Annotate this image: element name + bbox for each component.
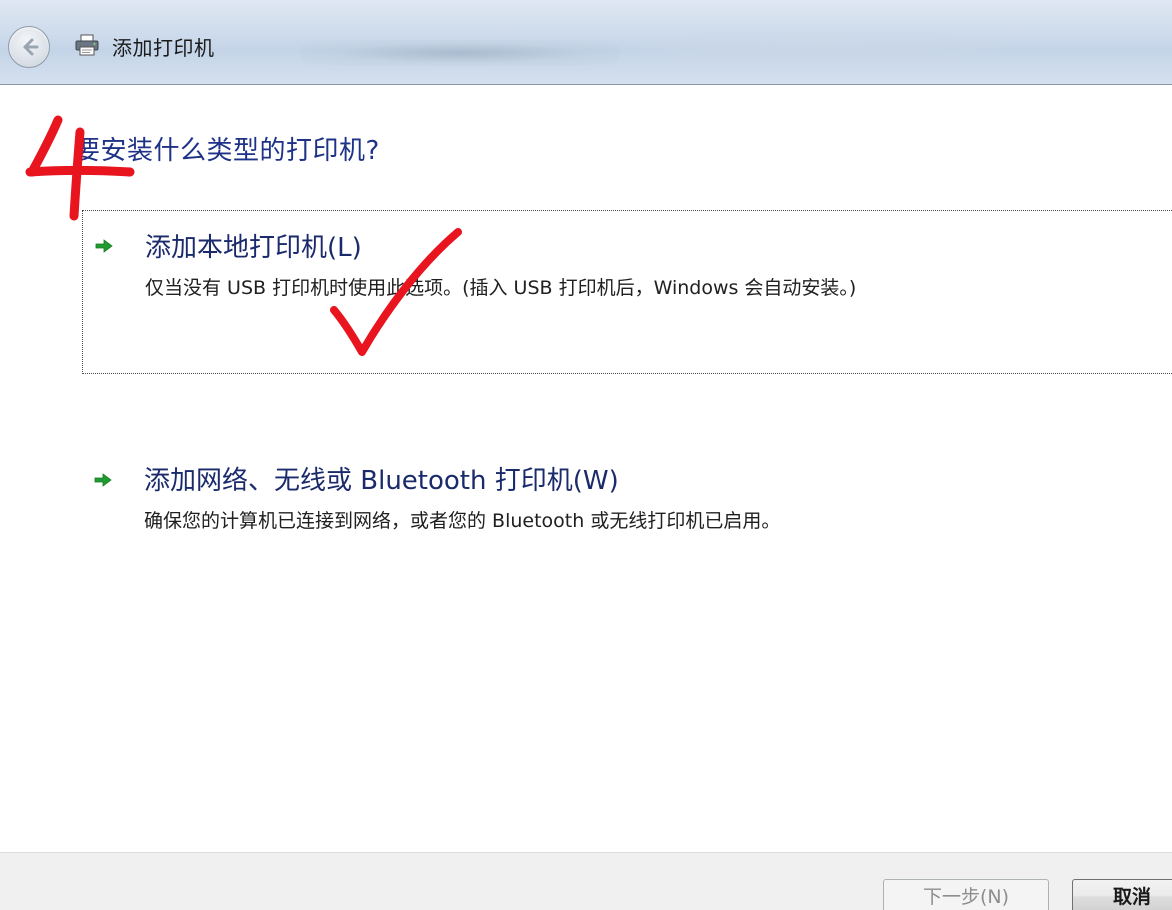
footer-bar: 下一步(N) 取消 (0, 852, 1172, 910)
add-network-printer-option[interactable]: 添加网络、无线或 Bluetooth 打印机(W) 确保您的计算机已连接到网络，… (82, 452, 1172, 552)
printer-icon (75, 34, 99, 56)
option-title: 添加本地打印机(L) (145, 233, 362, 263)
green-arrow-icon (95, 239, 113, 253)
green-arrow-icon (94, 473, 112, 487)
next-button[interactable]: 下一步(N) (883, 879, 1049, 910)
back-button[interactable] (8, 26, 50, 68)
add-printer-window: 添加打印机 要安装什么类型的打印机? 添加本地打印机(L) 仅当没有 USB 打… (0, 0, 1172, 910)
back-arrow-icon (23, 38, 39, 56)
window-title: 添加打印机 (112, 36, 215, 60)
option-title: 添加网络、无线或 Bluetooth 打印机(W) (144, 466, 619, 496)
option-description: 确保您的计算机已连接到网络，或者您的 Bluetooth 或无线打印机已启用。 (144, 510, 781, 532)
glass-reflection (300, 40, 620, 66)
title-bar: 添加打印机 (0, 0, 1172, 85)
cancel-button[interactable]: 取消 (1072, 879, 1172, 910)
handwritten-step-number (25, 115, 135, 221)
option-description: 仅当没有 USB 打印机时使用此选项。(插入 USB 打印机后，Windows … (145, 277, 857, 299)
page-heading: 要安装什么类型的打印机? (74, 136, 380, 166)
add-local-printer-option[interactable]: 添加本地打印机(L) 仅当没有 USB 打印机时使用此选项。(插入 USB 打印… (82, 210, 1172, 374)
glass-reflection (640, 32, 1000, 62)
